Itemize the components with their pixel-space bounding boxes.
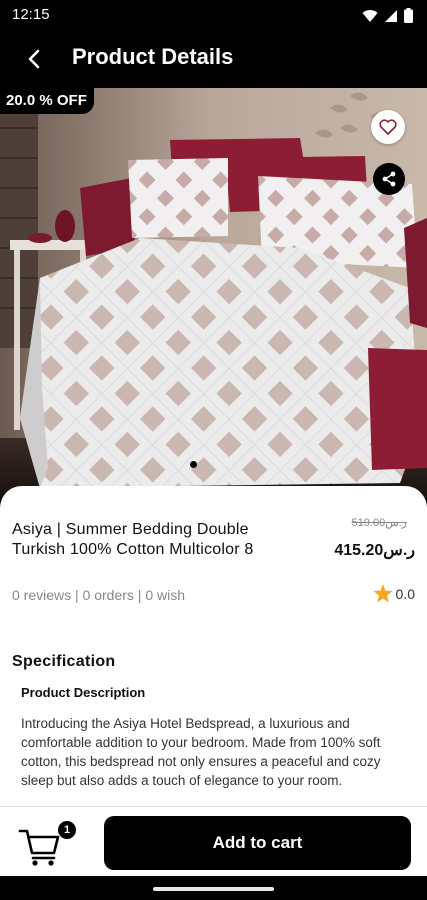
product-description: Introducing the Asiya Hotel Bedspread, a… xyxy=(21,716,381,788)
system-navigation-bar xyxy=(0,876,427,900)
app-bar: Product Details xyxy=(0,30,427,88)
bottom-action-bar: 1 Add to cart xyxy=(0,806,427,876)
share-button[interactable] xyxy=(373,163,405,195)
favorite-button[interactable] xyxy=(371,110,405,144)
home-gesture-handle[interactable] xyxy=(153,887,274,891)
product-stats: 0 reviews | 0 orders | 0 wish xyxy=(12,587,186,603)
add-to-cart-button[interactable]: Add to cart xyxy=(104,816,411,870)
discounted-price: 415.20ر.س xyxy=(334,542,415,559)
wifi-icon xyxy=(362,9,378,22)
status-icons xyxy=(362,8,413,23)
back-button[interactable] xyxy=(20,45,48,73)
arrow-back-icon xyxy=(28,49,40,69)
rating-value: 0.0 xyxy=(395,585,415,602)
discount-badge: 20.0 % OFF xyxy=(0,88,94,114)
product-image-carousel[interactable]: 20.0 % OFF xyxy=(0,88,427,498)
description-title: Product Description xyxy=(21,685,146,700)
cart-button[interactable]: 1 xyxy=(18,819,80,867)
rating: 0.0 xyxy=(373,584,415,603)
cart-count-badge: 1 xyxy=(58,821,76,839)
status-bar: 12:15 xyxy=(0,0,427,30)
page-title: Product Details xyxy=(72,44,234,69)
specification-title: Specification xyxy=(12,653,116,670)
product-info-sheet: Asiya | Summer Bedding Double Turkish 10… xyxy=(0,486,427,816)
share-icon xyxy=(382,171,396,187)
battery-icon xyxy=(404,8,413,23)
original-price: 519.00ر.س xyxy=(351,517,407,529)
star-icon xyxy=(373,584,393,603)
signal-icon xyxy=(385,9,397,22)
product-name: Asiya | Summer Bedding Double Turkish 10… xyxy=(12,521,254,558)
shopping-cart-icon xyxy=(18,829,60,866)
heart-icon xyxy=(379,119,397,135)
product-image xyxy=(0,88,427,498)
status-time: 12:15 xyxy=(12,6,50,23)
carousel-indicator xyxy=(190,461,197,468)
